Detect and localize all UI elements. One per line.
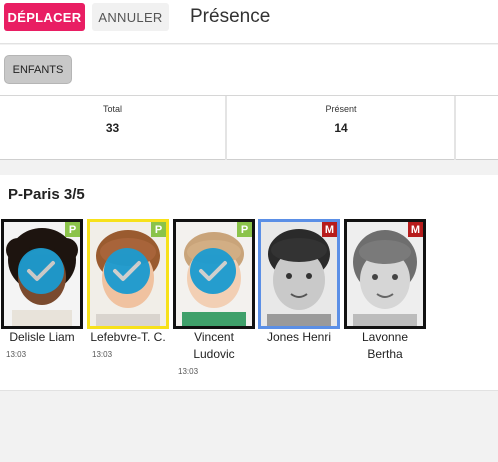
child-card[interactable]: P Vincent Ludovic 13:03 [173,219,255,376]
child-portrait [261,222,337,326]
status-badge: P [237,222,252,237]
stat-present: Présent 14 [228,96,456,160]
child-card[interactable]: P Delisle Liam 13:03 [1,219,83,359]
stat-present-value: 14 [334,121,348,135]
status-badge: P [151,222,166,237]
child-portrait [347,222,423,326]
stats-bar: Total 33 Présent 14 [0,96,498,160]
child-name: Jones Henri [266,330,332,344]
arrival-time: 13:03 [92,350,113,359]
child-card[interactable]: M Lavonne Bertha [344,219,426,367]
child-photo[interactable]: M [258,219,340,329]
check-circle-icon [104,248,150,294]
child-card[interactable]: M Jones Henri [258,219,340,350]
arrival-time: 13:03 [6,350,27,359]
child-photo[interactable]: P [1,219,83,329]
page-title: Présence [190,6,271,27]
group-title: P-Paris 3/5 [8,186,85,203]
stat-total-value: 33 [105,121,120,135]
child-name: Delisle Liam [9,330,75,344]
arrival-time: 13:03 [178,367,199,376]
group-section: P-Paris 3/5 P Delisle Liam 13:03 P Lefeb… [0,175,498,391]
status-badge: P [65,222,80,237]
top-toolbar: DÉPLACER ANNULER Présence [0,0,498,44]
child-photo[interactable]: P [87,219,169,329]
status-badge: M [322,222,337,237]
move-button[interactable]: DÉPLACER [4,3,85,31]
cancel-button[interactable]: ANNULER [92,3,169,31]
check-circle-icon [18,248,64,294]
child-name: Lavonne Bertha [361,330,409,361]
child-name: Lefebvre-T. C. [90,330,166,344]
child-photo[interactable]: P [173,219,255,329]
check-circle-icon [190,248,236,294]
filter-bar: ENFANTS [0,45,498,96]
status-badge: M [408,222,423,237]
children-filter-button[interactable]: ENFANTS [4,55,72,84]
child-card[interactable]: P Lefebvre-T. C. 13:03 [87,219,169,359]
stat-total: Total 33 [0,96,227,160]
child-name: Vincent Ludovic [193,330,235,361]
child-photo[interactable]: M [344,219,426,329]
stat-present-label: Présent [325,104,357,114]
stat-total-label: Total [102,104,122,114]
